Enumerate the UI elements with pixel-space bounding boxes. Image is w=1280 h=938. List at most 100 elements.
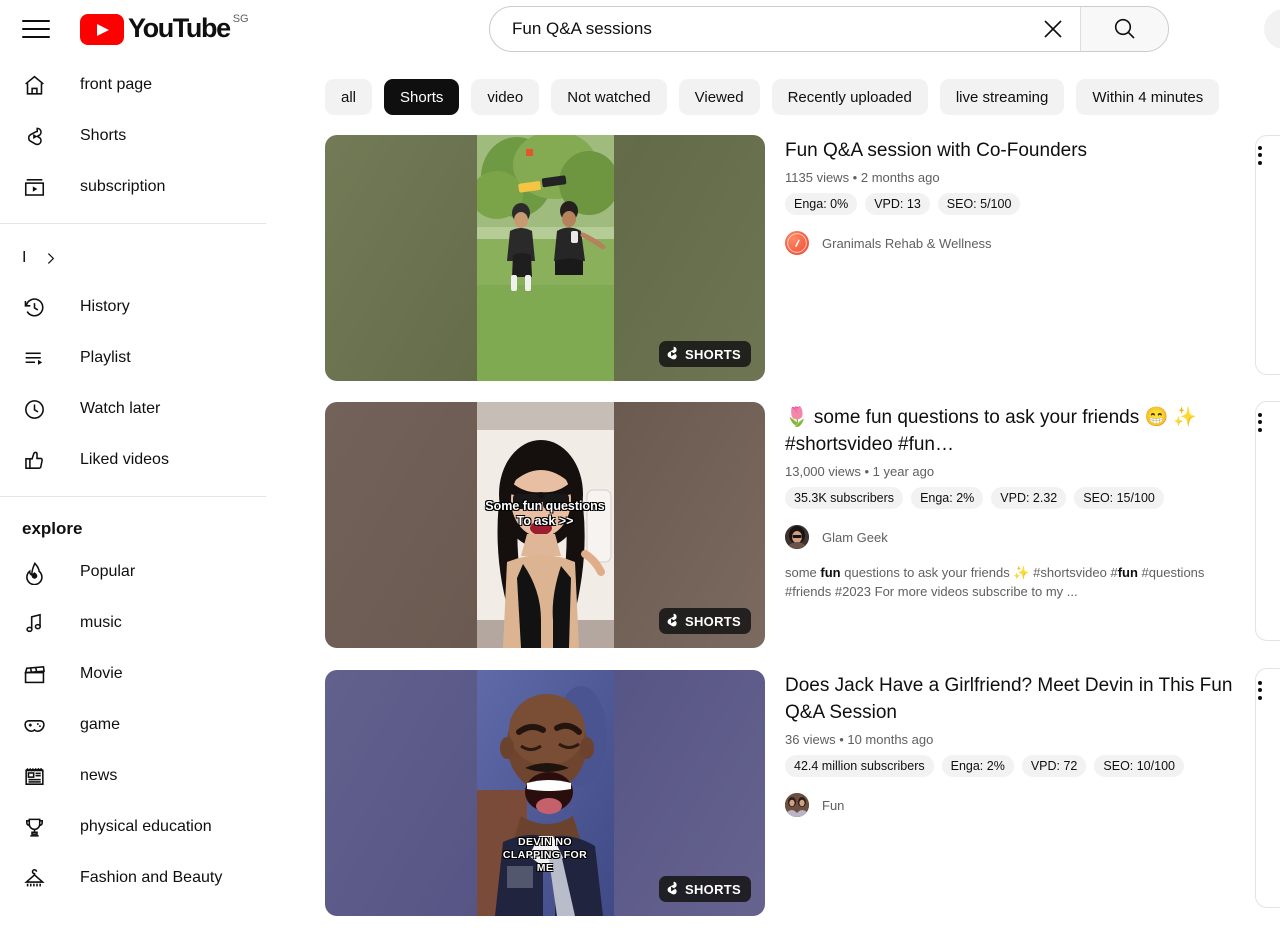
- status-badge: SEO: 15/100: [1074, 487, 1164, 509]
- sidebar-item-label: Movie: [80, 665, 123, 682]
- subscriptions-icon: [22, 173, 56, 201]
- shorts-badge-label: SHORTS: [685, 613, 741, 629]
- playlist-icon: [22, 344, 56, 372]
- history-clock-icon: [22, 293, 56, 321]
- sidebar-expand-label: I: [22, 249, 27, 266]
- video-meta: 13,000 views • 1 year ago: [785, 464, 935, 479]
- status-badge: 35.3K subscribers: [785, 487, 904, 509]
- channel-name: Granimals Rehab & Wellness: [822, 235, 992, 251]
- sidebar-item-label: History: [80, 298, 130, 315]
- search-input[interactable]: [490, 7, 1026, 51]
- channel-name: Fun: [822, 797, 845, 813]
- thumbnail-overlay-text: DEVIN NO CLAPPING FOR ME: [325, 836, 765, 874]
- status-badge: 42.4 million subscribers: [785, 755, 934, 777]
- sidebar-item-popular[interactable]: Popular: [0, 548, 272, 596]
- filter-chip-all[interactable]: all: [325, 79, 373, 115]
- chevron-right-icon: [42, 250, 59, 267]
- sidebar-section-explore-heading: explore: [22, 519, 83, 538]
- gamepad-icon: [22, 711, 56, 739]
- sidebar-item-shorts[interactable]: Shorts: [0, 112, 272, 160]
- status-badge: SEO: 10/100: [1094, 755, 1184, 777]
- hanger-icon: [22, 864, 56, 892]
- search-result-item: Some fun questions To ask >> SHORTS 🌷 so…: [325, 402, 1280, 648]
- channel-row[interactable]: Granimals Rehab & Wellness: [785, 231, 1280, 255]
- video-title[interactable]: 🌷 some fun questions to ask your friends…: [785, 404, 1280, 458]
- sidebar-item-news[interactable]: news: [0, 752, 272, 800]
- trending-fire-icon: [22, 558, 56, 586]
- youtube-logo[interactable]: YouTube SG: [80, 12, 249, 45]
- sidebar-item-watch-later[interactable]: Watch later: [0, 385, 272, 433]
- youtube-logo-text: YouTube: [128, 13, 231, 43]
- sidebar-item-movie[interactable]: Movie: [0, 650, 272, 698]
- overlay-line-1: DEVIN NO: [518, 836, 572, 848]
- sidebar-item-physical-education[interactable]: physical education: [0, 803, 272, 851]
- trophy-icon: [22, 813, 56, 841]
- clock-icon: [22, 395, 56, 423]
- youtube-play-icon: [80, 14, 124, 45]
- sidebar-item-liked-videos[interactable]: Liked videos: [0, 436, 272, 484]
- shorts-badge-icon: [666, 613, 679, 630]
- sidebar-library-group: History Playlist Watch later Liked video…: [0, 283, 280, 484]
- shorts-badge: SHORTS: [659, 341, 751, 367]
- sidebar-item-playlist[interactable]: Playlist: [0, 334, 272, 382]
- video-title[interactable]: Does Jack Have a Girlfriend? Meet Devin …: [785, 672, 1280, 726]
- results-list: SHORTS Fun Q&A session with Co-Founders …: [280, 135, 1280, 938]
- search-submit-button[interactable]: [1080, 7, 1168, 51]
- shorts-badge: SHORTS: [659, 876, 751, 902]
- channel-row[interactable]: Glam Geek: [785, 525, 1280, 549]
- filter-chip-live-streaming[interactable]: live streaming: [939, 79, 1065, 115]
- more-options-icon[interactable]: [1245, 407, 1275, 437]
- search-bar: [489, 6, 1169, 52]
- video-meta: 36 views • 10 months ago: [785, 732, 934, 747]
- video-stat-badges: 42.4 million subscribers Enga: 2% VPD: 7…: [785, 755, 1280, 777]
- sidebar-explore-group: Popular music Movie game news physical e…: [0, 548, 280, 902]
- video-info: Fun Q&A session with Co-Founders 1135 vi…: [765, 135, 1280, 381]
- video-thumbnail[interactable]: Some fun questions To ask >> SHORTS: [325, 402, 765, 648]
- channel-name: Glam Geek: [822, 529, 888, 545]
- sidebar-expand-row[interactable]: I: [0, 236, 280, 280]
- video-thumbnail[interactable]: DEVIN NO CLAPPING FOR ME SHORTS: [325, 670, 765, 916]
- sidebar-item-label: Playlist: [80, 349, 131, 366]
- sidebar-item-label: game: [80, 716, 121, 733]
- sidebar-divider-1: [0, 223, 266, 224]
- shorts-badge: SHORTS: [659, 608, 751, 634]
- filter-chip-viewed[interactable]: Viewed: [678, 79, 760, 115]
- header-action-button[interactable]: [1264, 9, 1280, 49]
- sidebar-item-label: front page: [80, 76, 153, 93]
- sidebar-item-music[interactable]: music: [0, 599, 272, 647]
- video-thumbnail[interactable]: SHORTS: [325, 135, 765, 381]
- search-results-area: all Shorts video Not watched Viewed Rece…: [280, 58, 1280, 938]
- filter-chip-shorts[interactable]: Shorts: [384, 79, 460, 115]
- overlay-line-3: ME: [536, 861, 554, 874]
- shorts-icon: [22, 122, 56, 150]
- clapperboard-icon: [22, 660, 56, 688]
- thumbs-up-icon: [22, 446, 56, 474]
- shorts-badge-icon: [666, 346, 679, 363]
- sidebar-primary-group: front page Shorts subscription: [0, 61, 280, 211]
- sidebar-item-label: Shorts: [80, 127, 127, 144]
- shorts-badge-label: SHORTS: [685, 881, 741, 897]
- filter-chip-not-watched[interactable]: Not watched: [551, 79, 667, 115]
- sidebar-item-subscription[interactable]: subscription: [0, 163, 272, 211]
- sidebar-item-game[interactable]: game: [0, 701, 272, 749]
- sidebar-item-fashion-and-beauty[interactable]: Fashion and Beauty: [0, 854, 272, 902]
- filter-chip-recently-uploaded[interactable]: Recently uploaded: [771, 79, 928, 115]
- close-x-icon[interactable]: [1026, 7, 1080, 51]
- filter-chip-within-4-minutes[interactable]: Within 4 minutes: [1076, 79, 1220, 115]
- video-meta: 1135 views • 2 months ago: [785, 170, 940, 185]
- hamburger-menu-icon[interactable]: [22, 16, 50, 42]
- video-info: 🌷 some fun questions to ask your friends…: [765, 402, 1280, 648]
- filter-chip-bar: all Shorts video Not watched Viewed Rece…: [280, 76, 1220, 118]
- more-options-icon[interactable]: [1245, 675, 1275, 705]
- sidebar-item-label: Liked videos: [80, 451, 169, 468]
- filter-chip-video[interactable]: video: [471, 79, 540, 115]
- status-badge: VPD: 72: [1021, 755, 1087, 777]
- channel-row[interactable]: Fun: [785, 793, 1280, 817]
- more-options-icon[interactable]: [1245, 140, 1275, 170]
- sidebar-item-front-page[interactable]: front page: [0, 61, 272, 109]
- status-badge: VPD: 2.32: [991, 487, 1067, 509]
- sidebar-item-history[interactable]: History: [0, 283, 272, 331]
- sidebar-item-label: music: [80, 614, 122, 631]
- sidebar-item-label: physical education: [80, 818, 212, 835]
- video-title[interactable]: Fun Q&A session with Co-Founders: [785, 137, 1280, 164]
